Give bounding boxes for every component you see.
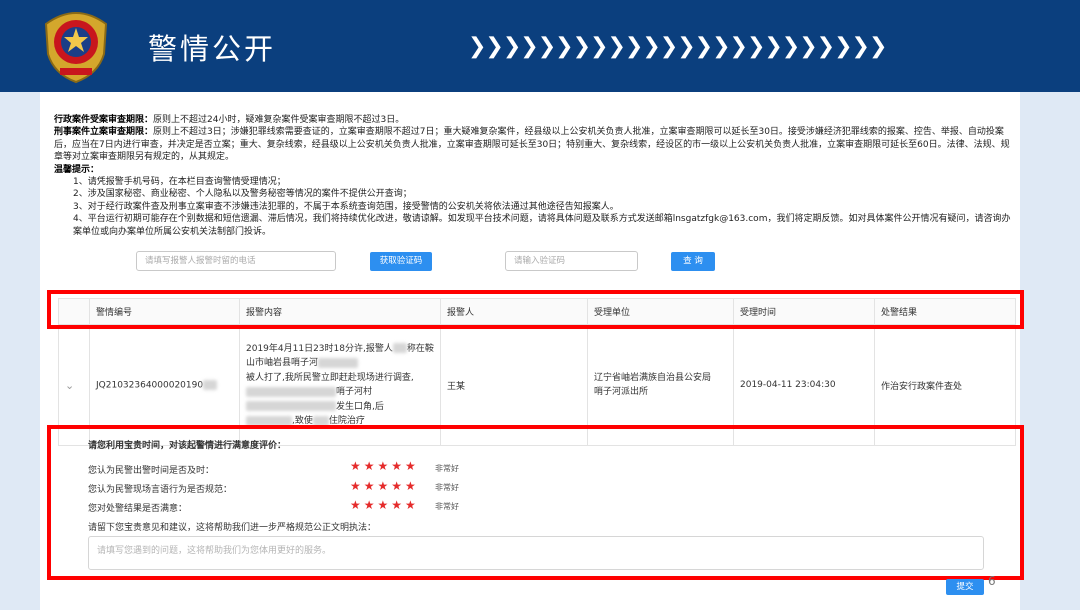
- redaction-blur: [392, 343, 407, 353]
- admin-case-text: 原则上不超过24小时，疑难复杂案件受案审查期限不超过3日。: [153, 115, 405, 125]
- tips-heading: 温馨提示：: [54, 164, 100, 175]
- chevron-decoration-icon: ❯❯❯❯❯❯❯❯❯❯❯❯❯❯❯❯❯❯❯❯❯❯❯❯: [468, 34, 887, 59]
- page-title: 警情公开: [148, 32, 277, 66]
- evaluation-highlight-box: [47, 425, 1024, 580]
- tip-2: 2、涉及国家秘密、商业秘密、个人隐私以及警务秘密等情况的案件不提供公开查询；: [73, 189, 412, 200]
- content-line-5: 发生口角,后: [336, 401, 384, 412]
- notice-text: 行政案件受案审查期限：原则上不超过24小时，疑难复杂案件受案审查期限不超过3日。…: [54, 114, 1016, 238]
- header-highlight-box: [47, 290, 1024, 329]
- content-line-1: 2019年4月11日23时18分许,报警人: [246, 343, 393, 354]
- redaction-blur: [246, 415, 292, 426]
- admin-case-label: 行政案件受案审查期限：: [54, 115, 154, 125]
- submit-button[interactable]: 提交: [946, 579, 984, 595]
- left-side-panel: [0, 92, 40, 610]
- content-line-2: 山市岫岩县哨子河: [246, 358, 319, 368]
- right-side-panel: [1020, 92, 1080, 610]
- code-input[interactable]: 请输入验证码: [505, 251, 638, 271]
- police-emblem-icon: [44, 12, 108, 84]
- redaction-blur: [318, 357, 359, 368]
- page-number: 6: [988, 574, 996, 588]
- phone-input[interactable]: 请填写报警人报警时留的电话: [136, 251, 336, 271]
- redaction-blur: [312, 415, 329, 426]
- content-line-4: 哨子河村: [336, 387, 373, 397]
- content-line-3: 被人打了,我所民警立即赶赴现场进行调查,: [246, 372, 414, 383]
- tip-1: 1、请凭报警手机号码，在本栏目查询警情受理情况；: [73, 177, 286, 188]
- criminal-case-text: 原则上不超过3日；涉嫌犯罪线索需要查证的，立案审查期限不超过7日；重大疑难复杂案…: [54, 127, 1010, 163]
- unit-line-1: 辽宁省岫岩满族自治县公安局: [594, 373, 712, 383]
- query-button[interactable]: 查 询: [671, 252, 715, 271]
- get-code-button[interactable]: 获取验证码: [370, 252, 432, 271]
- redaction-blur: [203, 379, 218, 390]
- tip-3: 3、对于经行政案件查及刑事立案审查不涉嫌违法犯罪的，不属于本系统查询范围，接受警…: [73, 201, 619, 212]
- redaction-blur: [246, 386, 336, 397]
- redaction-blur: [246, 401, 336, 411]
- unit-line-2: 哨子河派出所: [594, 387, 649, 397]
- content-line-1b: 称在鞍: [406, 343, 434, 354]
- criminal-case-label: 刑事案件立案审查期限：: [54, 127, 154, 138]
- header-banner: 警情公开 ❯❯❯❯❯❯❯❯❯❯❯❯❯❯❯❯❯❯❯❯❯❯❯❯: [0, 0, 1080, 92]
- tip-4: 4、平台运行初期可能存在个别数据和短信遗漏、滞后情况，我们将持续优化改进，敬请谅…: [73, 214, 1011, 237]
- cell-id-text: JQ21032364000020190: [96, 380, 204, 391]
